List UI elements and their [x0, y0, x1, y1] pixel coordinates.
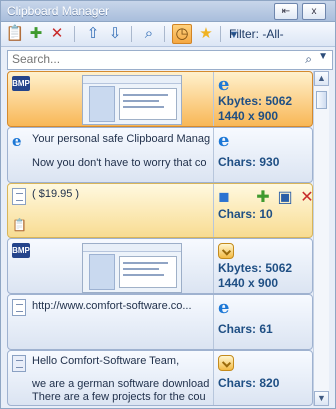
internet-explorer-icon: e	[218, 74, 230, 95]
application-icon: ◼	[218, 189, 230, 205]
add-icon[interactable]: ✚	[26, 24, 46, 44]
search-input[interactable]	[8, 51, 286, 67]
item-content: ( $19.95 ) 📋	[8, 184, 212, 237]
clipboard-item[interactable]: BMP Kbytes: 5062 1440 x 900	[7, 238, 313, 294]
search-dropdown-icon[interactable]: ▼	[318, 51, 328, 62]
toolbar-separator	[74, 26, 75, 42]
save-icon[interactable]: ▣	[276, 189, 294, 207]
window-title: Clipboard Manager	[7, 4, 110, 18]
clipboard-item[interactable]: BMP e Kbytes: 5062 1440 x 900	[7, 71, 313, 127]
toolbar-separator	[220, 26, 221, 42]
item-text-line: Hello Comfort-Software Team,	[32, 355, 180, 367]
item-char-count: Chars: 10	[218, 207, 273, 221]
item-text-line: There are a few projects for the cou	[32, 391, 206, 403]
internet-explorer-icon: e	[218, 297, 230, 318]
clipboard-manager-app-icon	[218, 355, 234, 371]
item-details: ◼ ✚ ▣ ✕ Chars: 10	[213, 184, 312, 237]
item-content: BMP	[8, 239, 212, 293]
item-dimensions: 1440 x 900	[218, 109, 279, 123]
item-text-line: Your personal safe Clipboard Manage	[32, 133, 210, 145]
edit-icon[interactable]: ✚	[254, 189, 272, 207]
clipboard-item[interactable]: e Your personal safe Clipboard Manage No…	[7, 127, 313, 183]
clipboard-item[interactable]: ( $19.95 ) 📋 ◼ ✚ ▣ ✕ Chars: 10	[7, 183, 313, 238]
search-box[interactable]: ⌕ ▼	[7, 50, 333, 70]
clipboard-item[interactable]: http://www.comfort-software.co... e Char…	[7, 294, 313, 350]
delete-icon[interactable]: ✕	[47, 24, 67, 44]
vertical-scrollbar[interactable]: ▲ ▼	[313, 71, 329, 406]
item-content: e Your personal safe Clipboard Manage No…	[8, 128, 212, 182]
item-size: Kbytes: 5062	[218, 261, 293, 275]
scroll-thumb[interactable]	[316, 91, 327, 109]
timer-icon[interactable]: ◷	[172, 24, 192, 44]
clipboard-list: BMP e Kbytes: 5062 1440 x 900 e Your per…	[7, 71, 313, 406]
search-window-icon[interactable]: ⌕	[139, 24, 159, 44]
item-text-line: ( $19.95 )	[32, 188, 80, 200]
item-char-count: Chars: 61	[218, 322, 273, 336]
clipboard-item[interactable]: Hello Comfort-Software Team, we are a ge…	[7, 350, 313, 406]
internet-explorer-icon: e	[12, 132, 22, 150]
item-details: Chars: 820	[213, 351, 312, 405]
item-actions: ✚ ▣ ✕	[254, 189, 312, 207]
clipboard-icon: 📋	[12, 218, 27, 232]
bmp-icon: BMP	[12, 243, 30, 258]
item-text-line: Now you don't have to worry that co	[32, 157, 207, 169]
filter-label[interactable]: Filter: -All-	[229, 27, 284, 41]
search-icon[interactable]: ⌕	[305, 52, 312, 67]
close-button[interactable]: x	[302, 3, 326, 20]
item-details: e Chars: 930	[213, 128, 312, 182]
item-char-count: Chars: 930	[218, 155, 280, 169]
item-size: Kbytes: 5062	[218, 94, 293, 108]
item-dimensions: 1440 x 900	[218, 276, 279, 290]
clipboard-manager-app-icon	[218, 243, 234, 259]
move-up-icon[interactable]: ⇧	[83, 24, 103, 44]
toolbar: 📋 ✚ ✕ ⇧ ⇩ ⌕ ◷ ★ ▼ Filter: -All-	[1, 22, 335, 47]
item-text-line: we are a german software download	[32, 378, 210, 390]
item-text-line: http://www.comfort-software.co...	[32, 300, 192, 312]
pin-button[interactable]: ⇤	[274, 3, 298, 20]
scroll-down-button[interactable]: ▼	[314, 391, 329, 406]
item-char-count: Chars: 820	[218, 376, 280, 390]
item-content: BMP	[8, 72, 212, 126]
delete-item-icon[interactable]: ✕	[298, 189, 312, 207]
item-details: e Chars: 61	[213, 295, 312, 349]
scroll-up-button[interactable]: ▲	[314, 71, 329, 86]
move-down-icon[interactable]: ⇩	[105, 24, 125, 44]
bmp-icon: BMP	[12, 76, 30, 91]
toolbar-separator	[164, 26, 165, 42]
toolbar-separator	[131, 26, 132, 42]
paste-icon[interactable]: 📋	[5, 24, 25, 44]
item-content: http://www.comfort-software.co...	[8, 295, 212, 349]
text-document-icon	[12, 188, 26, 205]
title-bar: Clipboard Manager ⇤ x	[1, 1, 335, 22]
favorite-icon[interactable]: ★	[196, 24, 216, 44]
item-content: Hello Comfort-Software Team, we are a ge…	[8, 351, 212, 405]
internet-explorer-icon: e	[218, 130, 230, 151]
image-thumbnail	[82, 243, 182, 293]
text-document-icon	[12, 299, 26, 316]
word-document-icon	[12, 355, 26, 372]
image-thumbnail	[82, 75, 182, 125]
item-details: e Kbytes: 5062 1440 x 900	[213, 72, 312, 126]
clipboard-manager-window: Clipboard Manager ⇤ x 📋 ✚ ✕ ⇧ ⇩ ⌕ ◷ ★ ▼ …	[0, 0, 336, 409]
item-details: Kbytes: 5062 1440 x 900	[213, 239, 312, 293]
